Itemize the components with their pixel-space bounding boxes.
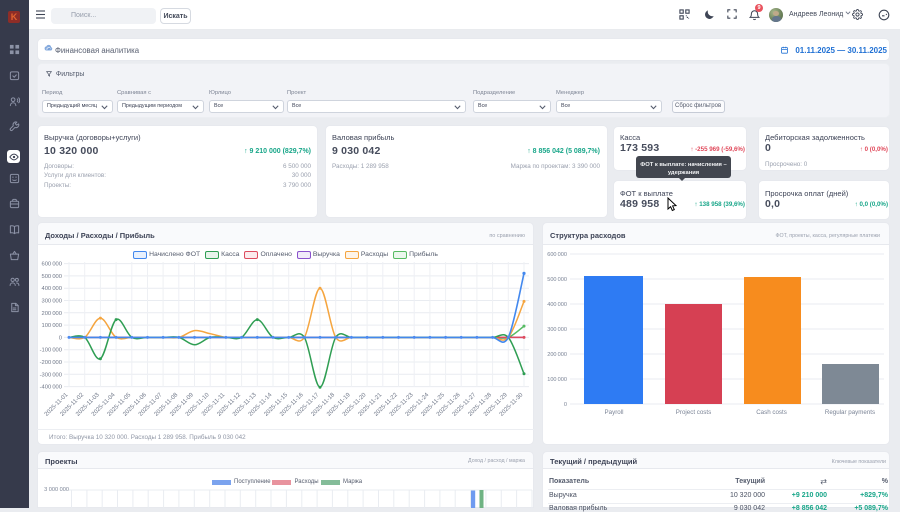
svg-text:Payroll: Payroll: [605, 409, 624, 416]
svg-text:300 000: 300 000: [41, 299, 62, 305]
svg-text:Regular payments: Regular payments: [825, 409, 875, 416]
svg-text:0: 0: [59, 335, 62, 341]
svg-text:-200 000: -200 000: [40, 360, 62, 366]
svg-text:400 000: 400 000: [547, 302, 567, 308]
svg-text:-400 000: -400 000: [40, 385, 62, 391]
svg-text:-300 000: -300 000: [40, 372, 62, 378]
svg-text:200 000: 200 000: [41, 311, 62, 317]
svg-text:400 000: 400 000: [41, 286, 62, 292]
svg-text:Project costs: Project costs: [676, 409, 711, 416]
svg-text:200 000: 200 000: [547, 352, 567, 358]
svg-text:0: 0: [564, 402, 567, 408]
svg-text:500 000: 500 000: [547, 277, 567, 283]
svg-text:600 000: 600 000: [41, 262, 62, 268]
svg-text:100 000: 100 000: [41, 323, 62, 329]
svg-text:300 000: 300 000: [547, 327, 567, 333]
svg-text:600 000: 600 000: [547, 252, 567, 258]
svg-text:100 000: 100 000: [547, 377, 567, 383]
svg-text:500 000: 500 000: [41, 274, 62, 280]
svg-text:Cash costs: Cash costs: [756, 409, 787, 416]
svg-text:-100 000: -100 000: [40, 348, 62, 354]
